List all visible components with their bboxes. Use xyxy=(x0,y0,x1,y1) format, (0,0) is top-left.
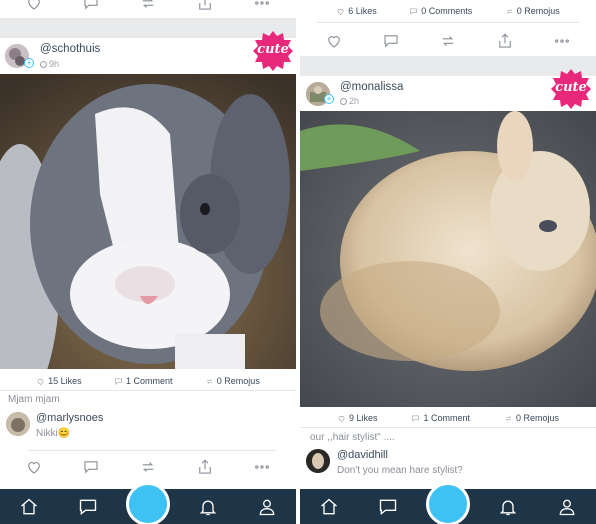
bunny-photo-image xyxy=(0,74,296,369)
previous-post-action-bar xyxy=(0,0,296,16)
bunny-photo-image xyxy=(300,111,596,407)
share-icon[interactable] xyxy=(196,458,214,476)
share-icon[interactable] xyxy=(496,32,514,50)
follow-plus-icon[interactable]: + xyxy=(24,58,34,68)
comment-icon xyxy=(410,8,417,15)
tab-profile[interactable] xyxy=(247,497,287,517)
remojus-count[interactable]: 0 Remojus xyxy=(205,376,260,386)
post-header: + @monalissa 2h cute xyxy=(300,69,596,112)
comment-text: Nikki😊 xyxy=(36,428,71,439)
previous-post-action-bar xyxy=(300,28,596,54)
home-icon xyxy=(21,498,38,514)
stats-divider xyxy=(316,22,580,23)
tab-profile[interactable] xyxy=(547,497,587,517)
heart-icon[interactable] xyxy=(25,0,43,12)
left-screen: + @schothuis 9h cute 15 Likes 1 Comment … xyxy=(0,0,296,524)
tab-messages[interactable] xyxy=(368,497,408,517)
post-caption: Mjam mjam xyxy=(8,394,60,405)
tab-home[interactable] xyxy=(309,497,349,517)
heart-icon[interactable] xyxy=(25,458,43,476)
post-time: 2h xyxy=(340,96,359,106)
stats-divider xyxy=(0,390,296,391)
previous-post-stats: 6 Likes 0 Comments 0 Remojus xyxy=(300,3,596,19)
comments-count[interactable]: 0 Comments xyxy=(409,6,472,16)
post-header: + @schothuis 9h cute xyxy=(0,31,296,74)
post-action-bar xyxy=(0,454,296,480)
remojus-count[interactable]: 0 Remojus xyxy=(504,413,559,423)
comment-username[interactable]: @marlysnoes xyxy=(36,412,103,424)
comment-icon[interactable] xyxy=(82,458,100,476)
post-username[interactable]: @monalissa xyxy=(340,81,403,93)
tab-notifications[interactable] xyxy=(188,497,228,517)
likes-count[interactable]: 9 Likes xyxy=(337,413,378,423)
comment-avatar[interactable] xyxy=(6,412,30,436)
likes-count[interactable]: 15 Likes xyxy=(36,376,82,386)
comment-avatar[interactable] xyxy=(306,449,330,473)
clock-icon xyxy=(340,98,347,105)
comments-count[interactable]: 1 Comment xyxy=(114,376,173,386)
comments-count[interactable]: 1 Comment xyxy=(411,413,470,423)
comment-icon[interactable] xyxy=(82,0,100,12)
profile-icon xyxy=(259,499,275,515)
camera-button[interactable] xyxy=(426,482,470,524)
cute-badge[interactable]: cute xyxy=(252,30,294,72)
cute-badge[interactable]: cute xyxy=(550,68,592,110)
comment-text: Don't you mean hare stylist? xyxy=(337,465,463,476)
likes-count[interactable]: 6 Likes xyxy=(336,6,377,16)
remoji-icon[interactable] xyxy=(139,458,157,476)
heart-icon xyxy=(37,378,44,385)
remoji-icon xyxy=(505,415,512,421)
post-caption: our ,,hair stylist" .... xyxy=(310,432,395,443)
comment-icon[interactable] xyxy=(382,32,400,50)
home-icon xyxy=(321,498,338,514)
heart-icon xyxy=(338,415,345,422)
share-icon[interactable] xyxy=(196,0,214,12)
badge-label: cute xyxy=(257,42,289,57)
more-icon[interactable] xyxy=(253,0,271,12)
post-username[interactable]: @schothuis xyxy=(40,43,100,55)
right-screen: 6 Likes 0 Comments 0 Remojus + @monaliss… xyxy=(300,0,596,524)
comment-username[interactable]: @davidhill xyxy=(337,449,388,461)
tab-home[interactable] xyxy=(9,497,49,517)
chat-icon xyxy=(79,499,96,515)
remojus-count[interactable]: 0 Remojus xyxy=(505,6,560,16)
follow-plus-icon[interactable]: + xyxy=(324,94,334,104)
remoji-icon[interactable] xyxy=(139,0,157,12)
tab-notifications[interactable] xyxy=(488,497,528,517)
bell-icon xyxy=(200,500,217,515)
heart-icon[interactable] xyxy=(325,32,343,50)
bell-icon xyxy=(500,500,517,515)
tab-messages[interactable] xyxy=(68,497,108,517)
more-icon[interactable] xyxy=(553,32,571,50)
badge-label: cute xyxy=(555,80,587,95)
camera-button[interactable] xyxy=(126,482,170,524)
remoji-icon[interactable] xyxy=(439,32,457,50)
post-stats: 9 Likes 1 Comment 0 Remojus xyxy=(300,410,596,426)
post-time: 9h xyxy=(40,59,59,69)
comment-icon xyxy=(115,378,122,385)
chat-icon xyxy=(379,499,396,515)
stats-divider xyxy=(300,427,596,428)
comment-divider xyxy=(28,450,276,451)
post-photo[interactable] xyxy=(300,111,596,407)
clock-icon xyxy=(40,61,47,68)
more-icon[interactable] xyxy=(253,458,271,476)
post-photo[interactable] xyxy=(0,74,296,369)
comment-icon xyxy=(412,415,420,422)
profile-icon xyxy=(559,499,575,515)
post-stats: 15 Likes 1 Comment 0 Remojus xyxy=(0,373,296,389)
remoji-icon xyxy=(206,378,212,384)
remoji-icon xyxy=(506,8,512,14)
heart-icon xyxy=(337,8,344,15)
